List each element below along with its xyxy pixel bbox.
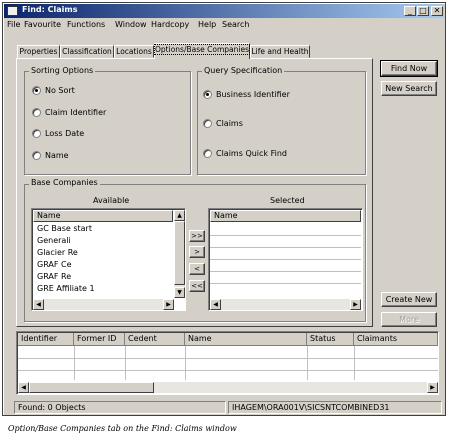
menu-file[interactable]: File xyxy=(7,20,20,29)
scroll-thumb[interactable] xyxy=(29,382,154,393)
title-bar[interactable]: Find: Claims _ □ ✕ xyxy=(4,4,444,18)
results-grid[interactable]: Identifier Former ID Cedent Name Status … xyxy=(16,331,439,395)
list-item[interactable]: GRAF Re xyxy=(33,271,173,283)
sort-claim-identifier-radio[interactable] xyxy=(32,108,41,117)
list-item[interactable]: Glacier Re xyxy=(33,247,173,259)
sort-no-sort-label: No Sort xyxy=(45,86,75,95)
query-claims-quick-find-label: Claims Quick Find xyxy=(216,149,287,158)
column-header-claimants[interactable]: Claimants xyxy=(354,333,438,346)
column-header-identifier[interactable]: Identifier xyxy=(18,333,74,346)
menu-favourite[interactable]: Favourite xyxy=(24,20,61,29)
new-search-button[interactable]: New Search xyxy=(381,81,437,96)
sort-name-radio[interactable] xyxy=(32,151,41,160)
figure-caption: Option/Base Companies tab on the Find: C… xyxy=(8,424,237,433)
remove-button[interactable]: < xyxy=(189,263,205,275)
column-header-name[interactable]: Name xyxy=(185,333,307,346)
scroll-left-icon[interactable]: ◀ xyxy=(33,299,44,310)
tab-options-base-companies[interactable]: Options/Base Companies xyxy=(154,43,250,59)
tab-label: Life and Health xyxy=(251,47,309,56)
row-divider xyxy=(210,247,361,248)
scroll-down-icon[interactable]: ▼ xyxy=(174,287,185,298)
list-item[interactable]: GRAF Ce xyxy=(33,259,173,271)
row-divider xyxy=(210,235,361,236)
close-icon[interactable]: ✕ xyxy=(431,6,443,16)
row-divider xyxy=(210,259,361,260)
minimize-icon[interactable]: _ xyxy=(404,6,416,16)
window-title: Find: Claims xyxy=(22,5,78,14)
status-connection: IHAGEM\ORA001V\SICSNTCOMBINED31 xyxy=(228,401,442,414)
column-divider xyxy=(307,346,308,380)
tab-label: Properties xyxy=(19,47,58,56)
maximize-icon[interactable]: □ xyxy=(417,6,429,16)
scroll-left-icon[interactable]: ◀ xyxy=(210,299,221,310)
scroll-right-icon[interactable]: ▶ xyxy=(427,382,438,393)
sort-loss-date-label: Loss Date xyxy=(45,129,85,138)
column-header-cedent[interactable]: Cedent xyxy=(125,333,185,346)
create-new-button[interactable]: Create New xyxy=(381,292,437,307)
sort-no-sort-radio[interactable] xyxy=(32,86,41,95)
available-label: Available xyxy=(93,196,130,205)
column-divider xyxy=(74,346,75,380)
column-divider xyxy=(354,346,355,380)
available-list[interactable]: Name GC Base start Generali Glacier Re G… xyxy=(31,208,186,311)
row-divider xyxy=(18,370,438,371)
more-button: More xyxy=(381,312,437,327)
query-claims-label: Claims xyxy=(216,119,243,128)
menu-search[interactable]: Search xyxy=(222,20,249,29)
menu-window[interactable]: Window xyxy=(115,20,147,29)
scroll-up-icon[interactable]: ▲ xyxy=(174,210,185,221)
column-divider xyxy=(185,346,186,380)
remove-all-button[interactable]: << xyxy=(189,280,205,292)
row-divider xyxy=(210,283,361,284)
app-icon xyxy=(7,6,18,16)
column-header-former-id[interactable]: Former ID xyxy=(74,333,125,346)
available-column-header[interactable]: Name xyxy=(33,210,173,222)
tab-label: Options/Base Companies xyxy=(154,44,250,55)
list-item[interactable]: GRE Affiliate 1 xyxy=(33,283,173,295)
tab-properties[interactable]: Properties xyxy=(17,45,60,58)
menu-bar: File Favourite Functions Window Hardcopy… xyxy=(4,19,444,33)
menu-functions[interactable]: Functions xyxy=(67,20,105,29)
tab-label: Classification xyxy=(62,47,112,56)
row-divider xyxy=(210,271,361,272)
available-rows: GC Base start Generali Glacier Re GRAF C… xyxy=(33,223,173,295)
tab-life-and-health[interactable]: Life and Health xyxy=(250,45,310,58)
available-hscrollbar[interactable] xyxy=(33,299,174,310)
menu-help[interactable]: Help xyxy=(198,20,216,29)
column-divider xyxy=(125,346,126,380)
query-specification-legend: Query Specification xyxy=(202,66,285,75)
add-button[interactable]: > xyxy=(189,246,205,258)
sort-loss-date-radio[interactable] xyxy=(32,129,41,138)
list-item[interactable]: Generali xyxy=(33,235,173,247)
query-claims-quick-find-radio[interactable] xyxy=(203,149,212,158)
selected-label: Selected xyxy=(270,196,305,205)
list-item[interactable]: GC Base start xyxy=(33,223,173,235)
menu-hardcopy[interactable]: Hardcopy xyxy=(151,20,189,29)
query-business-identifier-radio[interactable] xyxy=(203,90,212,99)
scroll-thumb[interactable] xyxy=(174,221,185,285)
scroll-right-icon[interactable]: ▶ xyxy=(163,299,174,310)
tab-locations[interactable]: Locations xyxy=(114,45,154,58)
selected-column-header[interactable]: Name xyxy=(210,210,361,222)
row-divider xyxy=(18,358,438,359)
query-claims-radio[interactable] xyxy=(203,119,212,128)
base-companies-legend: Base Companies xyxy=(29,178,100,187)
tab-classification[interactable]: Classification xyxy=(60,45,114,58)
sorting-options-legend: Sorting Options xyxy=(29,66,96,75)
add-all-button[interactable]: >> xyxy=(189,230,205,242)
sort-name-label: Name xyxy=(45,151,69,160)
sort-claim-identifier-label: Claim Identifier xyxy=(45,108,107,117)
query-business-identifier-label: Business Identifier xyxy=(216,90,290,99)
status-found: Found: 0 Objects xyxy=(14,401,226,414)
column-header-status[interactable]: Status xyxy=(307,333,354,346)
selected-list[interactable]: Name ◀ ▶ xyxy=(208,208,363,311)
scroll-right-icon[interactable]: ▶ xyxy=(350,299,361,310)
scroll-left-icon[interactable]: ◀ xyxy=(18,382,29,393)
tab-label: Locations xyxy=(116,47,152,56)
selected-hscrollbar[interactable] xyxy=(210,299,361,310)
find-now-button[interactable]: Find Now xyxy=(380,60,438,77)
